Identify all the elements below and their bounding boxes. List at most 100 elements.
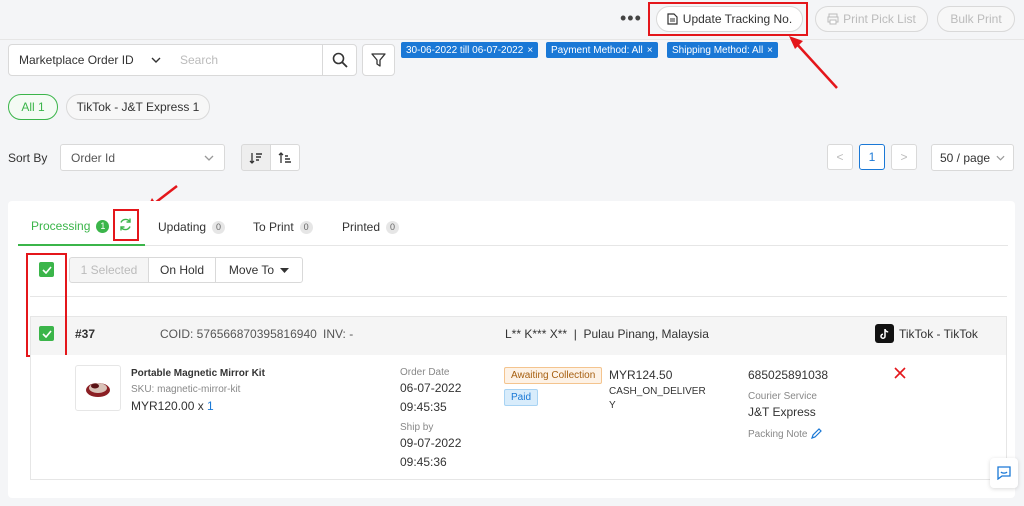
highlight-box-update-tracking	[648, 2, 808, 36]
channel-pill-label: TikTok - J&T Express 1	[76, 100, 200, 114]
packing-note-label: Packing Note	[748, 429, 808, 440]
tab-count: 0	[299, 220, 313, 234]
sort-select[interactable]: Order Id	[60, 144, 225, 171]
print-pick-list-label: Print Pick List	[843, 12, 916, 26]
courier-label: Courier Service	[748, 391, 817, 402]
print-pick-list-button[interactable]: Print Pick List	[815, 6, 928, 32]
product-sku: SKU: magnetic-mirror-kit	[131, 384, 241, 395]
page-size-select[interactable]: 50 / page	[931, 144, 1014, 171]
order-date-label: Order Date	[400, 367, 450, 378]
cancel-icon[interactable]	[894, 367, 906, 379]
product-image	[75, 365, 121, 411]
search-placeholder: Search	[180, 53, 219, 67]
close-icon[interactable]: ×	[767, 45, 773, 56]
bulk-print-button[interactable]: Bulk Print	[937, 6, 1015, 32]
filter-tag-label: Shipping Method: All	[672, 44, 764, 56]
chevron-down-icon	[204, 155, 214, 161]
page-number: 1	[868, 150, 876, 164]
ship-by-label: Ship by	[400, 422, 434, 433]
chat-icon	[997, 466, 1011, 480]
close-icon[interactable]: ×	[527, 45, 533, 56]
caret-down-icon	[280, 267, 290, 273]
edit-icon[interactable]	[811, 428, 822, 439]
order-coid: COID: 576566870395816940	[160, 327, 317, 341]
move-to-dropdown[interactable]: Move To	[215, 257, 303, 283]
tab-label: Updating	[158, 220, 207, 234]
tab-printed[interactable]: Printed 0	[342, 208, 400, 246]
sort-descending-icon	[249, 152, 262, 164]
channel-pill-tiktok[interactable]: TikTok - J&T Express 1	[66, 94, 210, 120]
channel-name: TikTok - TikTok	[899, 327, 978, 341]
on-hold-button[interactable]: On Hold	[148, 257, 216, 283]
selected-count-button: 1 Selected	[69, 257, 149, 283]
chevron-down-icon	[151, 57, 161, 63]
sort-descending-button[interactable]	[241, 144, 271, 171]
search-field-select[interactable]: Marketplace Order ID	[8, 44, 172, 76]
next-page-button[interactable]: >	[891, 144, 917, 170]
page-size-label: 50 / page	[940, 150, 991, 165]
product-price-value: MYR120.00 x	[131, 399, 204, 413]
channel-pill-all[interactable]: All 1	[8, 94, 58, 120]
tracking-number: 685025891038	[748, 368, 829, 382]
filter-tag-label: Payment Method: All	[551, 44, 643, 56]
printer-icon	[827, 13, 839, 25]
tab-label: Processing	[31, 219, 91, 233]
ship-by-date: 09-07-2022	[400, 436, 462, 450]
filter-icon	[371, 52, 386, 67]
courier-name: J&T Express	[748, 405, 816, 419]
selected-count-label: 1 Selected	[80, 263, 138, 277]
tab-count: 1	[96, 219, 110, 233]
more-options-icon[interactable]: •••	[620, 8, 642, 29]
search-button[interactable]	[322, 44, 357, 76]
order-date: 06-07-2022	[400, 381, 462, 395]
tab-label: Printed	[342, 220, 381, 234]
prev-page-button[interactable]: <	[827, 144, 853, 170]
ship-by-time: 09:45:36	[400, 455, 447, 469]
page-number-button[interactable]: 1	[859, 144, 885, 170]
sort-label: Sort By	[8, 151, 48, 165]
filter-tag-shipping[interactable]: Shipping Method: All ×	[667, 42, 779, 58]
highlight-box-checkboxes	[26, 253, 67, 357]
filter-tag-label: 30-06-2022 till 06-07-2022	[406, 44, 524, 56]
divider	[30, 296, 1007, 297]
order-time: 09:45:35	[400, 400, 447, 414]
chevron-right-icon: >	[900, 150, 908, 164]
highlight-box-refresh	[113, 209, 139, 241]
tab-label: To Print	[253, 220, 294, 234]
tab-count: 0	[212, 220, 226, 234]
status-tabs: Processing 1 Updating 0 To Print 0 Print…	[18, 208, 1008, 246]
move-to-label: Move To	[228, 263, 275, 277]
order-inv: INV: -	[323, 327, 354, 341]
chevron-down-icon	[996, 155, 1005, 161]
sort-ascending-icon	[278, 151, 291, 163]
tab-updating[interactable]: Updating 0	[158, 208, 226, 246]
order-total: MYR124.50	[609, 368, 673, 382]
status-badge: Awaiting Collection	[504, 367, 603, 384]
filter-tag-payment[interactable]: Payment Method: All ×	[546, 42, 658, 58]
sort-select-value: Order Id	[71, 150, 116, 165]
product-qty: 1	[207, 399, 214, 413]
channel-pill-label: All 1	[21, 100, 45, 114]
filter-tag-date[interactable]: 30-06-2022 till 06-07-2022 ×	[401, 42, 539, 58]
search-input[interactable]: Search	[171, 44, 323, 76]
tab-to-print[interactable]: To Print 0	[253, 208, 313, 246]
mirror-kit-icon	[86, 383, 110, 397]
customer-location: L** K*** X** | Pulau Pinang, Malaysia	[505, 327, 709, 341]
filter-button[interactable]	[362, 44, 395, 76]
tiktok-icon	[875, 324, 894, 343]
product-name[interactable]: Portable Magnetic Mirror Kit	[131, 368, 265, 379]
annotation-arrow-icon	[789, 36, 838, 89]
product-price: MYR120.00 x 1	[131, 399, 214, 413]
tab-count: 0	[386, 220, 400, 234]
close-icon[interactable]: ×	[647, 45, 653, 56]
search-icon	[332, 52, 348, 68]
chevron-left-icon: <	[836, 150, 844, 164]
sort-ascending-button[interactable]	[270, 144, 300, 171]
payment-status-badge: Paid	[504, 389, 539, 406]
search-field-select-label: Marketplace Order ID	[19, 53, 134, 67]
order-number[interactable]: #37	[75, 327, 95, 341]
on-hold-label: On Hold	[159, 263, 205, 277]
payment-method-cont: Y	[609, 400, 616, 411]
chat-support-button[interactable]	[990, 458, 1018, 488]
payment-method: CASH_ON_DELIVER	[609, 386, 706, 397]
